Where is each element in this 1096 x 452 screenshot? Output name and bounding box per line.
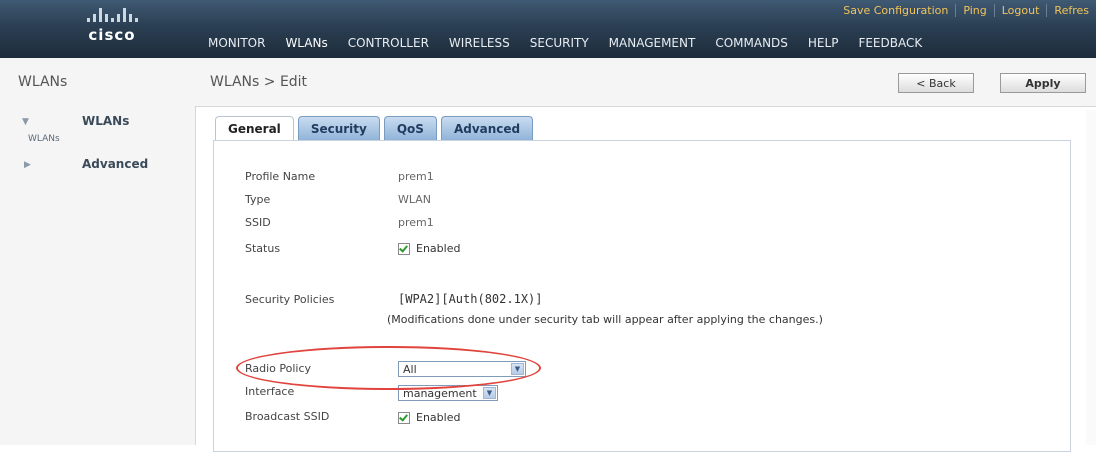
tab-security[interactable]: Security bbox=[297, 116, 380, 141]
logo-bars-icon bbox=[62, 8, 162, 22]
sidebar-item-advanced[interactable]: Advanced bbox=[82, 157, 148, 171]
ssid-value: prem1 bbox=[398, 216, 434, 229]
sidebar-title: WLANs bbox=[18, 74, 68, 90]
expanded-arrow-icon[interactable]: ▼ bbox=[22, 117, 29, 127]
nav-security[interactable]: SECURITY bbox=[530, 36, 589, 50]
page-title: WLANs > Edit bbox=[210, 74, 308, 90]
top-links: Save Configuration Ping Logout Refres bbox=[836, 4, 1096, 17]
nav-controller[interactable]: CONTROLLER bbox=[348, 36, 429, 50]
status-enabled-label: Enabled bbox=[416, 242, 461, 255]
ping-link[interactable]: Ping bbox=[955, 4, 993, 17]
tab-qos[interactable]: QoS bbox=[383, 116, 437, 141]
collapsed-arrow-icon[interactable]: ▶ bbox=[24, 160, 31, 170]
broadcast-enabled-checkbox[interactable] bbox=[398, 412, 410, 424]
general-panel bbox=[213, 140, 1071, 452]
main-nav: MONITOR WLANs CONTROLLER WIRELESS SECURI… bbox=[208, 36, 942, 50]
back-button[interactable]: < Back bbox=[898, 73, 974, 93]
type-label: Type bbox=[245, 193, 271, 206]
security-note: (Modifications done under security tab w… bbox=[387, 313, 823, 326]
tab-general[interactable]: General bbox=[215, 116, 294, 141]
nav-feedback[interactable]: FEEDBACK bbox=[858, 36, 922, 50]
broadcast-ssid-label: Broadcast SSID bbox=[245, 410, 330, 423]
security-policies-value: [WPA2][Auth(802.1X)] bbox=[398, 292, 543, 306]
broadcast-ssid-field: Enabled bbox=[398, 411, 460, 424]
profile-name-label: Profile Name bbox=[245, 170, 316, 183]
cisco-logo: cisco bbox=[62, 8, 162, 50]
chevron-down-icon[interactable]: ▼ bbox=[483, 387, 496, 399]
type-value: WLAN bbox=[398, 193, 432, 206]
logout-link[interactable]: Logout bbox=[993, 4, 1047, 17]
security-policies-label: Security Policies bbox=[245, 293, 335, 306]
highlight-oval bbox=[236, 346, 541, 390]
apply-button[interactable]: Apply bbox=[1000, 73, 1086, 93]
save-configuration-link[interactable]: Save Configuration bbox=[836, 4, 955, 17]
nav-help[interactable]: HELP bbox=[808, 36, 839, 50]
tab-bar: General Security QoS Advanced bbox=[215, 116, 534, 141]
broadcast-enabled-label: Enabled bbox=[416, 411, 461, 424]
tab-advanced[interactable]: Advanced bbox=[440, 116, 534, 141]
nav-wireless[interactable]: WIRELESS bbox=[449, 36, 510, 50]
profile-name-value: prem1 bbox=[398, 170, 434, 183]
sidebar-item-wlans[interactable]: WLANs bbox=[82, 114, 129, 128]
scrollbar[interactable] bbox=[1086, 110, 1096, 445]
status-label: Status bbox=[245, 242, 281, 255]
brand-name: cisco bbox=[88, 26, 136, 44]
nav-wlans[interactable]: WLANs bbox=[285, 36, 327, 50]
nav-monitor[interactable]: MONITOR bbox=[208, 36, 265, 50]
status-field: Enabled bbox=[398, 242, 460, 255]
nav-commands[interactable]: COMMANDS bbox=[715, 36, 788, 50]
interface-label: Interface bbox=[245, 385, 295, 398]
header-bar: cisco Save Configuration Ping Logout Ref… bbox=[0, 0, 1096, 58]
ssid-label: SSID bbox=[245, 216, 271, 229]
refresh-link[interactable]: Refres bbox=[1046, 4, 1096, 17]
sidebar-subitem-wlans[interactable]: WLANs bbox=[28, 134, 60, 144]
status-enabled-checkbox[interactable] bbox=[398, 243, 410, 255]
nav-management[interactable]: MANAGEMENT bbox=[609, 36, 696, 50]
